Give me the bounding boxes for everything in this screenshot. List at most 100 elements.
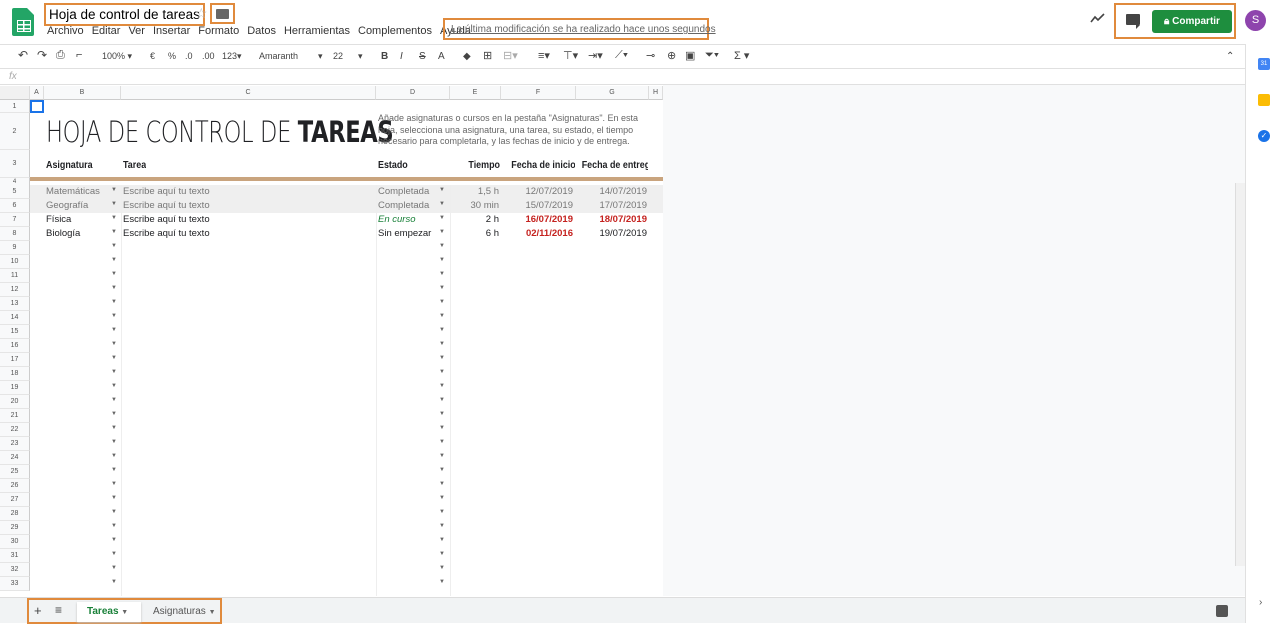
dropdown-arrow-icon[interactable]: ▼ xyxy=(439,201,445,207)
dropdown-arrow-icon[interactable]: ▼ xyxy=(111,201,117,207)
dropdown-arrow-icon[interactable]: ▼ xyxy=(111,579,117,585)
dropdown-arrow-icon[interactable]: ▼ xyxy=(439,215,445,221)
cell-tiempo[interactable]: 30 min xyxy=(452,200,499,212)
currency-button[interactable]: € xyxy=(150,51,155,61)
font-select[interactable]: Amaranth ▾ xyxy=(259,51,323,62)
cell-tiempo[interactable]: 6 h xyxy=(452,228,499,240)
cell-fecha-inicio[interactable]: 02/11/2016 xyxy=(503,228,573,240)
row-header[interactable]: 20 xyxy=(0,395,30,409)
borders-icon[interactable]: ⊞ xyxy=(483,49,492,62)
row-header[interactable]: 10 xyxy=(0,255,30,269)
row-header[interactable]: 29 xyxy=(0,521,30,535)
dropdown-arrow-icon[interactable]: ▼ xyxy=(111,565,117,571)
select-all-corner[interactable] xyxy=(0,86,30,100)
dropdown-arrow-icon[interactable]: ▼ xyxy=(439,299,445,305)
dropdown-arrow-icon[interactable]: ▼ xyxy=(111,341,117,347)
dropdown-arrow-icon[interactable]: ▼ xyxy=(111,257,117,263)
cell-tarea[interactable]: Escribe aquí tu texto xyxy=(123,186,373,198)
row-header[interactable]: 31 xyxy=(0,549,30,563)
dropdown-arrow-icon[interactable]: ▼ xyxy=(439,551,445,557)
more-formats-button[interactable]: 123▾ xyxy=(222,51,242,62)
dropdown-arrow-icon[interactable]: ▼ xyxy=(439,369,445,375)
dropdown-arrow-icon[interactable]: ▼ xyxy=(439,257,445,263)
dropdown-arrow-icon[interactable]: ▼ xyxy=(439,341,445,347)
text-wrap-icon[interactable]: ⇥▾ xyxy=(588,49,603,62)
column-header-d[interactable]: D xyxy=(376,86,450,100)
decrease-decimals-button[interactable]: .0 xyxy=(185,51,193,61)
cell-asignatura[interactable]: Biología xyxy=(46,228,116,240)
italic-button[interactable]: I xyxy=(400,51,403,62)
column-header-a[interactable]: A xyxy=(30,86,44,100)
row-header[interactable]: 18 xyxy=(0,367,30,381)
row-header[interactable]: 21 xyxy=(0,409,30,423)
sheets-logo-icon[interactable] xyxy=(12,8,34,36)
cell-fecha-entrega[interactable]: 14/07/2019 xyxy=(578,186,647,198)
cell-estado[interactable]: En curso xyxy=(378,214,440,226)
cell-fecha-inicio[interactable]: 12/07/2019 xyxy=(503,186,573,198)
row-header[interactable]: 23 xyxy=(0,437,30,451)
filter-icon[interactable]: ⏷▾ xyxy=(705,49,719,62)
dropdown-arrow-icon[interactable]: ▼ xyxy=(439,313,445,319)
dropdown-arrow-icon[interactable]: ▼ xyxy=(439,187,445,193)
cell-tiempo[interactable]: 2 h xyxy=(452,214,499,226)
dropdown-arrow-icon[interactable]: ▼ xyxy=(439,495,445,501)
fill-color-icon[interactable]: ◆ xyxy=(463,51,471,62)
dropdown-arrow-icon[interactable]: ▼ xyxy=(111,523,117,529)
dropdown-arrow-icon[interactable]: ▼ xyxy=(111,467,117,473)
row-header[interactable]: 22 xyxy=(0,423,30,437)
dropdown-arrow-icon[interactable]: ▼ xyxy=(439,453,445,459)
column-header-e[interactable]: E xyxy=(450,86,501,100)
avatar[interactable]: S xyxy=(1245,10,1266,31)
align-vertical-icon[interactable]: ⊤▾ xyxy=(563,49,578,62)
tab-tareas[interactable]: Tareas ▼ xyxy=(77,602,141,622)
row-header[interactable]: 8 xyxy=(0,227,30,241)
row-header[interactable]: 13 xyxy=(0,297,30,311)
dropdown-arrow-icon[interactable]: ▼ xyxy=(439,411,445,417)
dropdown-arrow-icon[interactable]: ▼ xyxy=(111,285,117,291)
row-header[interactable]: 7 xyxy=(0,213,30,227)
row-header[interactable]: 16 xyxy=(0,339,30,353)
insert-comment-icon[interactable]: ⊕ xyxy=(667,49,676,62)
collapse-toolbar-icon[interactable]: ⌃ xyxy=(1226,51,1234,62)
merge-cells-icon[interactable]: ⊟▾ xyxy=(503,49,518,62)
formula-bar[interactable]: fx xyxy=(0,69,1245,85)
column-header-b[interactable]: B xyxy=(44,86,121,100)
cell-asignatura[interactable]: Geografía xyxy=(46,200,116,212)
print-icon[interactable]: ⎙ xyxy=(56,49,65,62)
expand-panel-icon[interactable]: › xyxy=(1259,597,1262,608)
row-header[interactable]: 1 xyxy=(0,100,30,113)
vertical-scrollbar[interactable] xyxy=(1235,183,1245,566)
row-header[interactable]: 19 xyxy=(0,381,30,395)
last-modified-link[interactable]: La última modificación se ha realizado h… xyxy=(443,18,716,40)
dropdown-arrow-icon[interactable]: ▼ xyxy=(111,355,117,361)
dropdown-arrow-icon[interactable]: ▼ xyxy=(439,271,445,277)
row-header[interactable]: 25 xyxy=(0,465,30,479)
row-header[interactable]: 26 xyxy=(0,479,30,493)
dropdown-arrow-icon[interactable]: ▼ xyxy=(111,397,117,403)
tab-asignaturas[interactable]: Asignaturas ▼ xyxy=(143,602,221,622)
spreadsheet-grid[interactable]: A B C D E F G H 1 2 3 4 5 6 7 8 9 10 11 12 13 14 1… xyxy=(0,86,663,596)
row-header[interactable]: 5 xyxy=(0,185,30,199)
dropdown-arrow-icon[interactable]: ▼ xyxy=(439,523,445,529)
bold-button[interactable]: B xyxy=(381,51,388,62)
dropdown-arrow-icon[interactable]: ▼ xyxy=(111,551,117,557)
menu-editar[interactable]: Editar xyxy=(92,25,121,37)
dropdown-arrow-icon[interactable]: ▼ xyxy=(439,383,445,389)
row-header[interactable]: 6 xyxy=(0,199,30,213)
row-header[interactable]: 24 xyxy=(0,451,30,465)
dropdown-arrow-icon[interactable]: ▼ xyxy=(439,579,445,585)
menu-archivo[interactable]: Archivo xyxy=(47,25,84,37)
cell-estado[interactable]: Completada xyxy=(378,200,440,212)
cell-estado[interactable]: Sin empezar xyxy=(378,228,440,240)
dropdown-arrow-icon[interactable]: ▼ xyxy=(111,495,117,501)
add-sheet-button[interactable]: + xyxy=(34,603,42,618)
cell-tiempo[interactable]: 1,5 h xyxy=(452,186,499,198)
dropdown-arrow-icon[interactable]: ▼ xyxy=(111,243,117,249)
insert-chart-icon[interactable]: ▣ xyxy=(685,49,695,62)
row-header[interactable]: 12 xyxy=(0,283,30,297)
cell-tarea[interactable]: Escribe aquí tu texto xyxy=(123,228,373,240)
row-header[interactable]: 3 xyxy=(0,150,30,178)
row-header[interactable]: 2 xyxy=(0,113,30,150)
row-header[interactable]: 11 xyxy=(0,269,30,283)
menu-complementos[interactable]: Complementos xyxy=(358,25,432,37)
